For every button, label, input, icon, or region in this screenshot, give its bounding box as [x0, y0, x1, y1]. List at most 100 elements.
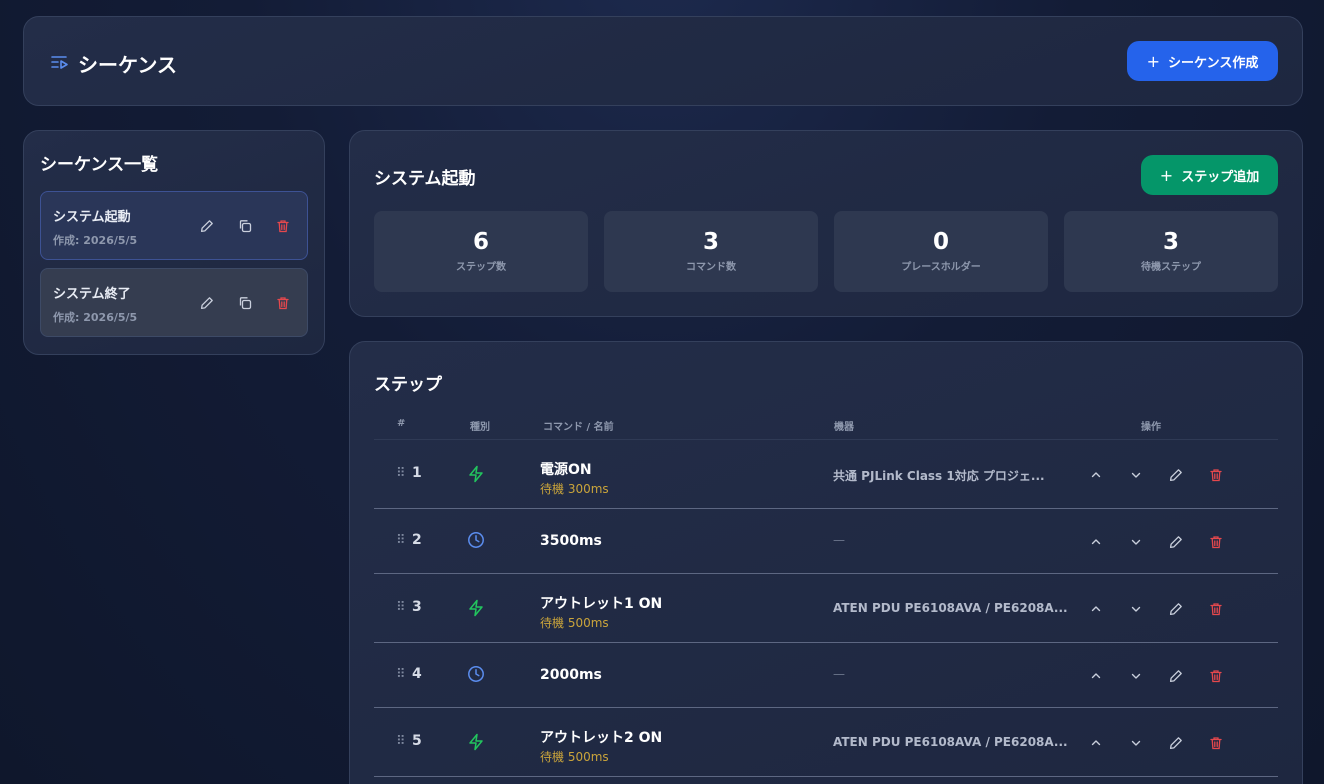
steps-panel: ステップ # 種別 コマンド / 名前 機器 操作 ⠿ 1 電源ON 待機 30…	[349, 341, 1303, 784]
step-index: 1	[412, 465, 422, 481]
step-wait: 待機 300ms	[540, 482, 609, 496]
step-device: —	[833, 533, 845, 547]
page-title-wrap: シーケンス	[50, 49, 177, 78]
move-up-icon[interactable]	[1088, 467, 1104, 483]
drag-handle-icon[interactable]: ⠿	[396, 533, 406, 548]
step-row[interactable]: ⠿ 5 アウトレット2 ON 待機 500ms ATEN PDU PE6108A…	[374, 708, 1278, 777]
edit-icon[interactable]	[1168, 601, 1184, 617]
step-command: 2000ms	[540, 667, 602, 683]
move-up-icon[interactable]	[1088, 668, 1104, 684]
step-wait: 待機 500ms	[540, 616, 609, 630]
add-step-button[interactable]: + ステップ追加	[1141, 155, 1278, 195]
step-command: アウトレット1 ON 待機 500ms	[540, 593, 662, 631]
move-up-icon[interactable]	[1088, 601, 1104, 617]
delete-icon[interactable]	[1208, 534, 1224, 550]
step-name: 2000ms	[540, 667, 602, 683]
sequence-item[interactable]: システム終了 作成: 2026/5/5	[40, 268, 308, 337]
create-sequence-label: シーケンス作成	[1168, 55, 1259, 71]
page-title: シーケンス	[78, 53, 177, 77]
delete-icon[interactable]	[275, 295, 291, 311]
sequence-item-active[interactable]: システム起動 作成: 2026/5/5	[40, 191, 308, 260]
lightning-icon	[467, 733, 485, 755]
move-up-icon[interactable]	[1088, 534, 1104, 550]
sequence-list-icon	[50, 53, 70, 75]
step-actions	[1088, 601, 1224, 617]
move-down-icon[interactable]	[1128, 668, 1144, 684]
copy-icon[interactable]	[237, 218, 253, 234]
step-actions	[1088, 467, 1224, 483]
sequence-item-name: システム終了	[53, 287, 131, 302]
sequence-list-title: シーケンス一覧	[40, 155, 159, 175]
create-sequence-button[interactable]: + シーケンス作成	[1127, 41, 1278, 81]
drag-handle-icon[interactable]: ⠿	[396, 734, 406, 749]
step-wait: 待機 500ms	[540, 750, 609, 764]
sequence-item-name: システム起動	[53, 210, 131, 225]
step-name: アウトレット2 ON	[540, 730, 663, 746]
stat-command-count: 3 コマンド数	[604, 211, 818, 292]
delete-icon[interactable]	[1208, 668, 1224, 684]
stat-label: 待機ステップ	[1141, 262, 1201, 274]
stat-label: ステップ数	[456, 262, 506, 274]
step-index: 5	[412, 733, 422, 749]
step-device: ATEN PDU PE6108AVA / PE6208A...	[833, 735, 1068, 749]
delete-icon[interactable]	[275, 218, 291, 234]
step-device: ATEN PDU PE6108AVA / PE6208A...	[833, 601, 1068, 615]
steps-table-header: # 種別 コマンド / 名前 機器 操作	[374, 418, 1278, 440]
column-header-ops: 操作	[1141, 422, 1161, 433]
sequence-title: システム起動	[374, 169, 476, 189]
column-header-num: #	[397, 418, 406, 429]
page-header: シーケンス + シーケンス作成	[23, 16, 1303, 106]
step-row[interactable]: ⠿ 4 2000ms —	[374, 643, 1278, 708]
step-name: アウトレット1 ON	[540, 596, 663, 612]
step-command: 3500ms	[540, 533, 602, 549]
move-down-icon[interactable]	[1128, 467, 1144, 483]
add-step-label: ステップ追加	[1181, 169, 1260, 185]
lightning-icon	[467, 465, 485, 487]
step-command: アウトレット2 ON 待機 500ms	[540, 727, 662, 765]
clock-icon	[467, 531, 485, 553]
plus-icon: +	[1146, 51, 1161, 71]
step-command: 電源ON 待機 300ms	[540, 459, 609, 497]
column-header-command: コマンド / 名前	[543, 422, 614, 433]
stat-value: 6	[472, 228, 489, 255]
step-row[interactable]: ⠿ 2 3500ms —	[374, 509, 1278, 574]
edit-icon[interactable]	[1168, 668, 1184, 684]
move-up-icon[interactable]	[1088, 735, 1104, 751]
column-header-device: 機器	[834, 422, 854, 433]
edit-icon[interactable]	[1168, 534, 1184, 550]
sequence-summary-panel: システム起動 + ステップ追加 6 ステップ数 3 コマンド数 0 プレースホル…	[349, 130, 1303, 317]
delete-icon[interactable]	[1208, 601, 1224, 617]
step-actions	[1088, 668, 1224, 684]
drag-handle-icon[interactable]: ⠿	[396, 667, 406, 682]
plus-icon: +	[1159, 165, 1174, 185]
edit-icon[interactable]	[199, 295, 215, 311]
step-name: 電源ON	[540, 462, 592, 478]
move-down-icon[interactable]	[1128, 534, 1144, 550]
sequence-item-date: 作成: 2026/5/5	[53, 234, 138, 247]
drag-handle-icon[interactable]: ⠿	[396, 466, 406, 481]
delete-icon[interactable]	[1208, 467, 1224, 483]
sequence-list-panel: シーケンス一覧 システム起動 作成: 2026/5/5 システム終了 作成: 2…	[23, 130, 325, 355]
edit-icon[interactable]	[1168, 467, 1184, 483]
step-row[interactable]: ⠿ 1 電源ON 待機 300ms 共通 PJLink Class 1対応 プロ…	[374, 440, 1278, 509]
step-device: 共通 PJLink Class 1対応 プロジェ...	[833, 469, 1045, 483]
stat-value: 3	[702, 228, 719, 255]
stat-value: 3	[1162, 228, 1179, 255]
step-row[interactable]: ⠿ 3 アウトレット1 ON 待機 500ms ATEN PDU PE6108A…	[374, 574, 1278, 643]
drag-handle-icon[interactable]: ⠿	[396, 600, 406, 615]
move-down-icon[interactable]	[1128, 601, 1144, 617]
lightning-icon	[467, 599, 485, 621]
delete-icon[interactable]	[1208, 735, 1224, 751]
step-index: 2	[412, 532, 422, 548]
step-name: 3500ms	[540, 533, 602, 549]
stat-step-count: 6 ステップ数	[374, 211, 588, 292]
steps-title: ステップ	[374, 375, 442, 395]
move-down-icon[interactable]	[1128, 735, 1144, 751]
column-header-kind: 種別	[470, 422, 490, 433]
edit-icon[interactable]	[1168, 735, 1184, 751]
copy-icon[interactable]	[237, 295, 253, 311]
sequence-item-date: 作成: 2026/5/5	[53, 311, 138, 324]
edit-icon[interactable]	[199, 218, 215, 234]
stat-placeholder-count: 0 プレースホルダー	[834, 211, 1048, 292]
stats-row: 6 ステップ数 3 コマンド数 0 プレースホルダー 3 待機ステップ	[374, 211, 1278, 292]
